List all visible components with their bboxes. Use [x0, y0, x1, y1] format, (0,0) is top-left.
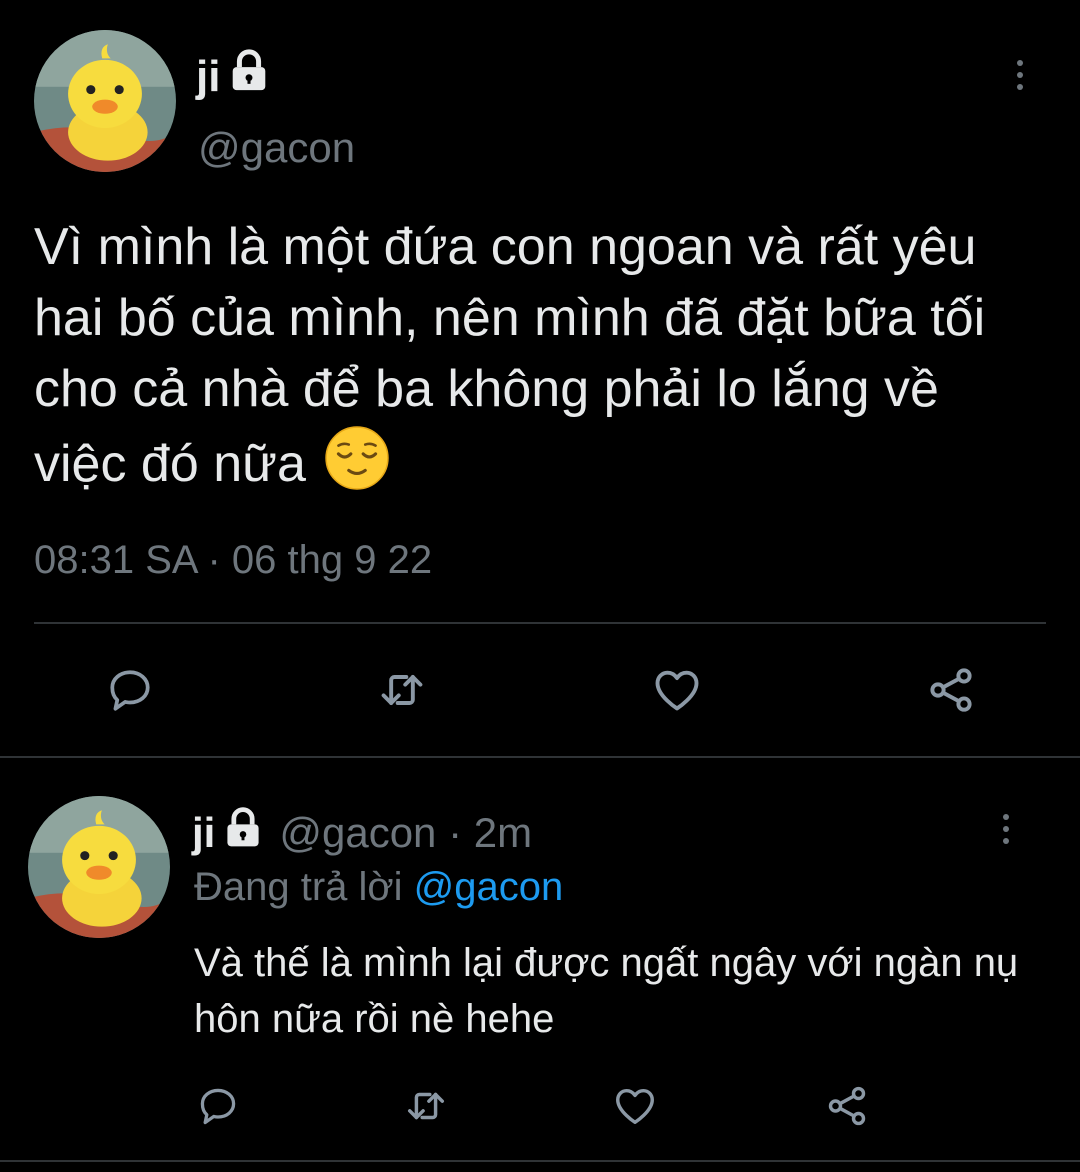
reply-text: Và thế là mình lại được ngất ngây với ng… [194, 941, 1019, 1041]
share-button[interactable] [820, 1082, 874, 1130]
tweet-timestamp[interactable]: 08:31 SA · 06 thg 9 22 [34, 538, 432, 583]
avatar[interactable] [34, 30, 176, 172]
reply-icon [110, 670, 150, 711]
timestamp-separator: · [196, 538, 232, 582]
reply-button[interactable] [192, 1082, 244, 1130]
reply-handle-line: @gacon · 2m [279, 809, 532, 857]
retweet-button[interactable] [398, 1082, 454, 1130]
avatar[interactable] [28, 796, 170, 938]
more-options-icon[interactable] [1003, 814, 1009, 844]
replying-to: Đang trả lời @gacon [194, 865, 563, 910]
divider [34, 622, 1046, 624]
like-button[interactable] [646, 662, 708, 718]
replying-to-label: Đang trả lời [194, 865, 414, 909]
lock-icon [221, 806, 265, 860]
duck-avatar-image [28, 796, 170, 938]
like-button[interactable] [608, 1082, 662, 1130]
retweet-button[interactable] [370, 662, 434, 718]
author-handle[interactable]: @gacon [198, 124, 355, 172]
duck-avatar-image [34, 30, 176, 172]
share-icon [828, 1086, 866, 1126]
author-name-text: ji [196, 51, 221, 101]
lock-icon [226, 48, 272, 105]
reply-age: 2m [473, 809, 533, 856]
divider [0, 756, 1080, 758]
share-icon [930, 668, 972, 712]
tweet-text: Vì mình là một đứa con ngoan và rất yêu … [34, 212, 1044, 500]
share-button[interactable] [920, 662, 982, 718]
relieved-face-emoji [324, 425, 390, 491]
reply-author-name[interactable]: ji @gacon · 2m [192, 806, 532, 860]
reply-separator: · [436, 809, 474, 856]
tweet-time: 08:31 SA [34, 538, 197, 582]
divider [0, 1160, 1080, 1162]
reply-author-handle[interactable]: @gacon [279, 809, 436, 856]
replying-to-mention[interactable]: @gacon [414, 865, 564, 909]
author-name[interactable]: ji [196, 48, 272, 105]
reply-button[interactable] [100, 662, 160, 718]
retweet-icon [381, 675, 423, 705]
reply-icon [200, 1088, 236, 1125]
tweet-date: 06 thg 9 22 [231, 538, 433, 582]
more-options-icon[interactable] [1017, 60, 1023, 90]
like-icon [655, 670, 699, 711]
tweet-text-content: Vì mình là một đứa con ngoan và rất yêu … [34, 218, 986, 493]
like-icon [616, 1088, 654, 1125]
reply-author-name-text: ji [192, 809, 216, 856]
retweet-icon [407, 1092, 445, 1120]
